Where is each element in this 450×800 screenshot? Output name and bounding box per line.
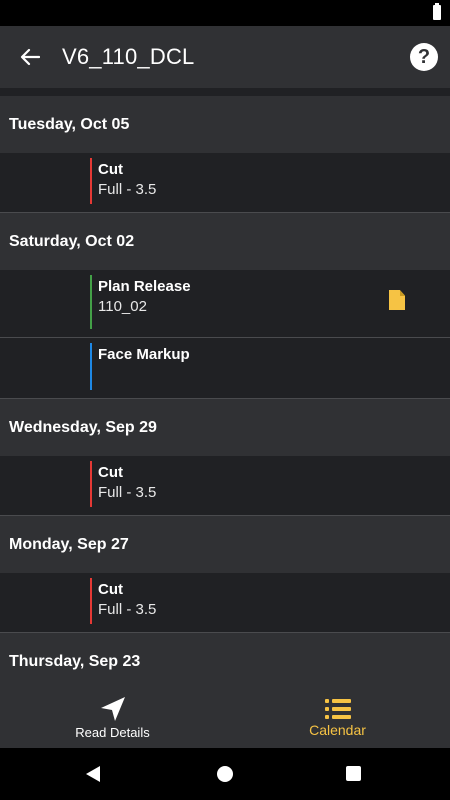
event-color-bar [90,343,92,390]
event-title: Face Markup [98,346,190,363]
arrow-left-icon [20,48,40,66]
event-row[interactable]: Cut Full - 3.5 [0,456,450,516]
back-button[interactable] [12,39,48,75]
status-bar [0,0,450,26]
bottom-navigation: Read Details Calendar [0,688,450,748]
page-title: V6_110_DCL [62,44,195,69]
nav-read-details[interactable]: Read Details [0,688,225,748]
date-header: Wednesday, Sep 29 [0,399,450,456]
date-header: Tuesday, Oct 05 [0,96,450,153]
date-header: Monday, Sep 27 [0,516,450,573]
calendar-list[interactable]: Tuesday, Oct 05 Cut Full - 3.5 Saturday,… [0,88,450,688]
date-header: Saturday, Oct 02 [0,213,450,270]
event-color-bar [90,158,92,204]
event-row[interactable]: Plan Release 110_02 [0,270,450,338]
event-color-bar [90,578,92,624]
event-row[interactable]: Cut Full - 3.5 [0,153,450,213]
event-title: Cut [98,464,123,481]
battery-icon [433,3,441,20]
square-recents-icon[interactable] [346,766,361,781]
nav-label: Calendar [309,721,366,738]
event-color-bar [90,461,92,507]
app-bar: V6_110_DCL ? [0,26,450,88]
event-subtitle: Full - 3.5 [98,601,157,618]
help-icon[interactable]: ? [410,43,438,71]
event-row[interactable]: Cut Full - 3.5 [0,573,450,633]
file-icon[interactable] [389,290,405,310]
event-title: Plan Release [98,278,191,295]
event-subtitle: Full - 3.5 [98,181,157,198]
circle-home-icon[interactable] [217,766,233,782]
event-subtitle: 110_02 [98,298,147,315]
event-title: Cut [98,581,123,598]
nav-label: Read Details [75,725,150,740]
date-header: Thursday, Sep 23 [0,633,450,688]
nav-calendar[interactable]: Calendar [225,688,450,748]
event-subtitle: Full - 3.5 [98,484,157,501]
navigation-arrow-icon [100,697,125,721]
event-color-bar [90,275,92,329]
event-title: Cut [98,161,123,178]
event-row[interactable]: Face Markup [0,338,450,399]
list-icon [324,698,351,719]
triangle-back-icon[interactable] [86,766,100,782]
system-navigation-bar [0,748,450,800]
